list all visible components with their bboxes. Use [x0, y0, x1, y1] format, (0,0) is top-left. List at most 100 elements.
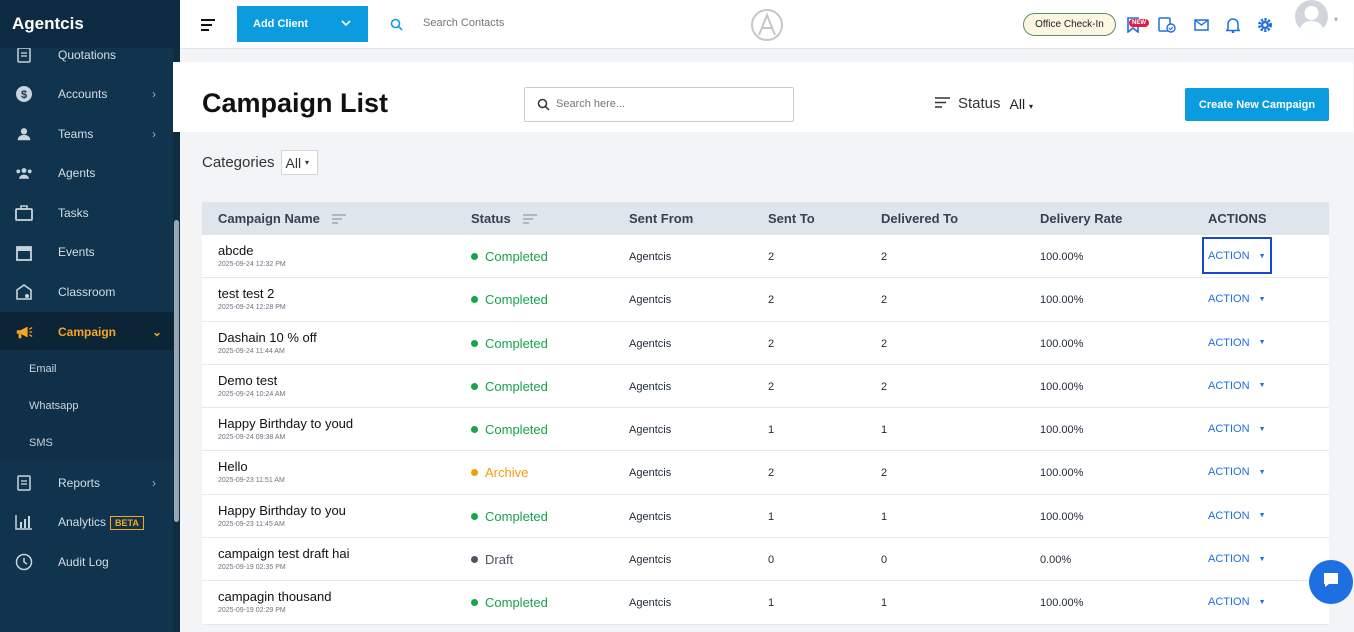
status-badge: Completed [471, 379, 548, 394]
table-row[interactable]: Dashain 10 % off 2025-09-24 11:44 AM Compl… [202, 321, 1329, 365]
avatar-dropdown-icon[interactable]: ▾ [1334, 15, 1338, 24]
status-dot-icon [471, 512, 478, 520]
caret-down-icon: ▼ [1258, 295, 1266, 303]
table-row[interactable]: Hello 2025-09-23 11:51 AM Archive Agentcis 2… [202, 451, 1329, 495]
col-campaign-name[interactable]: Campaign Name [218, 211, 346, 227]
office-check-in-button[interactable]: Office Check-In [1023, 13, 1116, 36]
sidebar-item-label: Audit Log [58, 555, 109, 569]
action-dropdown-button[interactable]: ACTION ▼ [1208, 380, 1266, 392]
table-row[interactable]: Happy Birthday to you 2025-09-23 11:45 AM… [202, 494, 1329, 539]
action-dropdown-button[interactable]: ACTION ▼ [1208, 423, 1266, 435]
search-icon [537, 98, 550, 116]
action-dropdown-button[interactable]: ACTION ▼ [1208, 337, 1266, 349]
campaign-name[interactable]: Dashain 10 % off [218, 330, 317, 345]
campaign-name[interactable]: campagin thousand [218, 589, 331, 604]
create-new-campaign-button[interactable]: Create New Campaign [1185, 88, 1329, 121]
campaign-date: 2025-09-19 02:29 PM [218, 607, 286, 615]
table-row[interactable]: Demo test 2025-09-24 10:24 AM Completed Age… [202, 364, 1329, 409]
sidebar-item-analytics[interactable]: Analytics BETA [0, 502, 173, 542]
topbar: Add Client Office Check-In NEW ▾ [180, 0, 1354, 49]
delivery-rate: 100.00% [1040, 597, 1084, 610]
campaign-name[interactable]: Happy Birthday to you [218, 503, 346, 518]
sidebar-item-label: Events [58, 245, 95, 259]
sidebar-item-campaign[interactable]: Campaign ⌄ [0, 312, 173, 352]
search-icon[interactable] [390, 18, 403, 36]
sidebar-subitem-sms[interactable]: SMS [0, 424, 173, 461]
sidebar-item-reports[interactable]: Reports › [0, 463, 173, 503]
sidebar-subitem-whatsapp[interactable]: Whatsapp [0, 387, 173, 424]
action-dropdown-button[interactable]: ACTION ▼ [1208, 293, 1266, 305]
sent-to: 0 [768, 554, 775, 567]
sent-from: Agentcis [629, 294, 672, 307]
chevron-down-icon[interactable] [341, 18, 351, 30]
campaign-name[interactable]: Demo test [218, 373, 277, 388]
table-row[interactable]: Happy Birthday to youd 2025-09-24 09:38 A… [202, 408, 1329, 452]
delivered-to: 2 [881, 467, 888, 480]
table-row[interactable]: campaign test draft hai 2025-09-19 02:35 … [202, 538, 1329, 582]
sidebar-item-quotations[interactable]: Quotations [0, 48, 173, 75]
col-status[interactable]: Status [471, 211, 537, 227]
table-row[interactable]: test test 2 2025-09-24 12:28 PM Completed A… [202, 278, 1329, 322]
delivered-to: 1 [881, 424, 888, 437]
col-actions: ACTIONS [1208, 211, 1267, 226]
dollar-icon: $ [15, 85, 33, 103]
delivery-rate: 100.00% [1040, 337, 1084, 350]
delivered-to: 1 [881, 510, 888, 523]
campaign-name[interactable]: Happy Birthday to youd [218, 416, 353, 431]
sidebar-scrollbar-thumb[interactable] [174, 220, 179, 522]
contact-search-input[interactable] [423, 17, 623, 29]
sent-from: Agentcis [629, 251, 672, 263]
campaign-name[interactable]: campaign test draft hai [218, 546, 350, 561]
brand-logo[interactable]: Agentcis [0, 0, 180, 48]
chat-launcher-button[interactable] [1309, 560, 1353, 604]
action-dropdown-button[interactable]: ACTION ▼ [1208, 466, 1266, 478]
focus-highlight [1202, 237, 1272, 274]
checklist-icon[interactable] [1158, 16, 1176, 34]
action-dropdown-button[interactable]: ACTION ▼ [1208, 553, 1266, 565]
table-row[interactable]: abcde 2025-09-24 12:32 PM Completed Agentci… [202, 235, 1329, 279]
campaign-search-box[interactable] [524, 87, 794, 122]
sidebar-item-agents[interactable]: Agents [0, 153, 173, 193]
sent-from: Agentcis [629, 467, 672, 480]
sidebar-item-classroom[interactable]: Classroom [0, 272, 173, 312]
sidebar-item-teams[interactable]: Teams › [0, 114, 173, 154]
menu-toggle-icon[interactable] [201, 19, 215, 31]
add-client-button[interactable]: Add Client [237, 6, 368, 42]
categories-select[interactable]: All ▾ [280, 150, 319, 175]
campaign-name[interactable]: abcde [218, 243, 253, 258]
sidebar-item-tasks[interactable]: Tasks [0, 193, 173, 233]
analytics-icon [15, 513, 33, 531]
chevron-right-icon: › [152, 127, 156, 141]
sidebar-item-audit-log[interactable]: Audit Log [0, 542, 173, 582]
bell-icon[interactable] [1224, 16, 1242, 34]
delivered-to: 2 [881, 380, 888, 393]
delivery-rate: 100.00% [1040, 380, 1084, 393]
caret-down-icon: ▼ [1258, 339, 1266, 347]
sent-from: Agentcis [629, 510, 672, 523]
settings-gear-icon[interactable] [1256, 16, 1274, 34]
campaign-name[interactable]: Hello [218, 459, 248, 474]
sidebar-subitem-email[interactable]: Email [0, 350, 173, 387]
sort-icon[interactable] [331, 212, 346, 227]
sidebar-item-label: Campaign [58, 325, 117, 339]
campaign-date: 2025-09-24 09:38 AM [218, 434, 286, 442]
caret-down-icon: ▼ [1258, 512, 1266, 520]
chevron-down-icon: ⌄ [152, 325, 163, 339]
campaign-date: 2025-09-19 02:35 PM [218, 564, 286, 572]
campaign-search-input[interactable] [556, 98, 776, 110]
sidebar-item-accounts[interactable]: $ Accounts › [0, 74, 173, 114]
sidebar-item-events[interactable]: Events [0, 232, 173, 272]
table-row[interactable]: campagin thousand 2025-09-19 02:29 PM Comp… [202, 581, 1329, 625]
mail-icon[interactable] [1192, 16, 1210, 34]
document-icon [15, 48, 33, 64]
avatar[interactable] [1295, 0, 1328, 33]
campaign-date: 2025-09-23 11:51 AM [218, 477, 285, 485]
status-filter[interactable]: Status All ▾ [935, 95, 1033, 112]
action-dropdown-button[interactable]: ACTION ▼ [1208, 596, 1266, 608]
status-filter-select[interactable]: All ▾ [1010, 96, 1033, 112]
sort-icon[interactable] [522, 212, 537, 227]
action-dropdown-button[interactable]: ACTION ▼ [1208, 510, 1266, 522]
campaign-name[interactable]: test test 2 [218, 286, 274, 301]
campaign-date: 2025-09-24 12:32 PM [218, 261, 286, 268]
delivery-rate: 100.00% [1040, 294, 1084, 307]
